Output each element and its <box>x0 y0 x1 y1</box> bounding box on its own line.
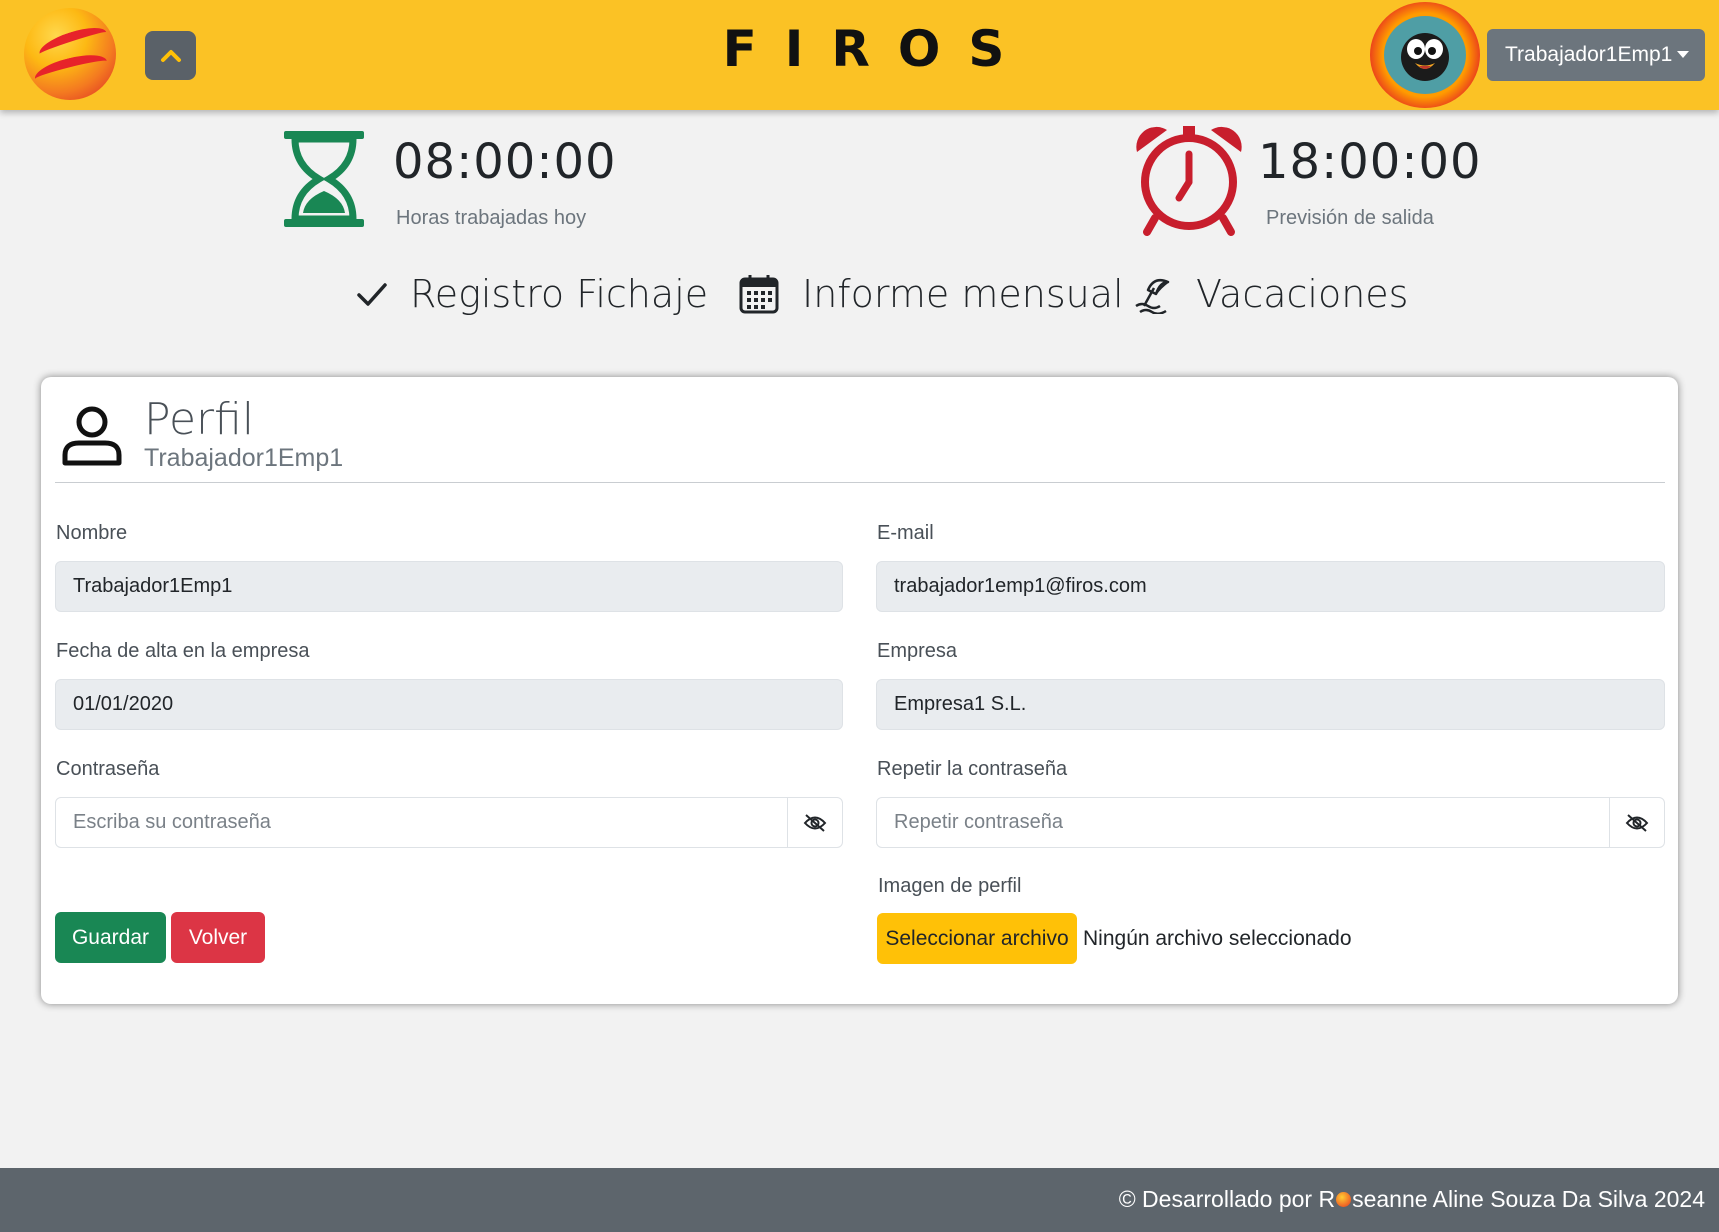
user-menu-dropdown[interactable]: Trabajador1Emp1 <box>1487 29 1705 81</box>
person-icon <box>62 406 122 466</box>
name-label: Nombre <box>56 522 128 544</box>
footer-credit-suffix: seanne Aline Souza Da Silva 2024 <box>1352 1186 1705 1212</box>
toggle-password-repeat-visibility-button[interactable] <box>1609 797 1665 848</box>
footer-credit: © Desarrollado por R seanne Aline Souza … <box>1119 1186 1705 1213</box>
worked-hours-value: 08:00:00 <box>393 134 617 190</box>
eye-slash-icon <box>1625 813 1649 832</box>
footer: © Desarrollado por R seanne Aline Souza … <box>0 1168 1719 1232</box>
nav-vacaciones[interactable]: Vacaciones <box>1134 269 1408 319</box>
password-repeat-label: Repetir la contraseña <box>877 758 1068 780</box>
card-divider <box>55 482 1665 483</box>
firos-mini-logo-icon <box>1336 1192 1352 1207</box>
company-field: Empresa1 S.L. <box>876 679 1665 730</box>
email-label: E-mail <box>877 522 934 544</box>
hire-date-field: 01/01/2020 <box>55 679 843 730</box>
name-field: Trabajador1Emp1 <box>55 561 843 612</box>
profile-title: Perfil <box>144 394 255 445</box>
nav-registro-fichaje-label: Registro Fichaje <box>410 272 709 316</box>
profile-image-label: Imagen de perfil <box>878 875 1022 897</box>
top-navbar: FIROS Trabajador1Emp1 <box>0 0 1719 110</box>
hire-date-value: 01/01/2020 <box>73 693 174 715</box>
back-button[interactable]: Volver <box>171 912 265 963</box>
hourglass-icon <box>284 131 364 227</box>
name-value: Trabajador1Emp1 <box>73 575 233 597</box>
exit-time-value: 18:00:00 <box>1258 134 1482 190</box>
beach-umbrella-icon <box>1135 279 1170 314</box>
user-menu-label: Trabajador1Emp1 <box>1505 43 1673 66</box>
company-value: Empresa1 S.L. <box>894 693 1027 715</box>
penguin-avatar-icon <box>1401 33 1449 81</box>
email-value: trabajador1emp1@firos.com <box>894 575 1147 597</box>
company-label: Empresa <box>877 640 958 662</box>
nav-vacaciones-label: Vacaciones <box>1196 272 1409 316</box>
eye-slash-icon <box>803 813 827 832</box>
nav-informe-mensual-label: Informe mensual <box>802 272 1124 316</box>
save-button[interactable]: Guardar <box>55 912 166 963</box>
select-file-button[interactable]: Seleccionar archivo <box>877 913 1077 964</box>
caret-down-icon <box>1677 51 1689 58</box>
check-icon <box>357 283 387 306</box>
worked-hours-label: Horas trabajadas hoy <box>396 207 587 229</box>
password-repeat-input[interactable] <box>876 797 1610 848</box>
hire-date-label: Fecha de alta en la empresa <box>56 640 310 662</box>
password-input[interactable] <box>55 797 788 848</box>
calendar-icon <box>739 275 779 314</box>
file-status-text: Ningún archivo seleccionado <box>1083 927 1352 950</box>
avatar[interactable] <box>1384 16 1466 94</box>
nav-informe-mensual[interactable]: Informe mensual <box>738 269 1124 319</box>
profile-card: Perfil Trabajador1Emp1 Nombre Trabajador… <box>41 377 1678 1004</box>
exit-time-label: Previsión de salida <box>1266 207 1434 229</box>
password-label: Contraseña <box>56 758 160 780</box>
toggle-password-visibility-button[interactable] <box>787 797 843 848</box>
alarm-clock-icon <box>1136 126 1242 236</box>
profile-subtitle: Trabajador1Emp1 <box>144 444 344 472</box>
footer-credit-prefix: © Desarrollado por R <box>1118 1186 1336 1212</box>
email-field: trabajador1emp1@firos.com <box>876 561 1665 612</box>
nav-registro-fichaje[interactable]: Registro Fichaje <box>356 269 708 319</box>
